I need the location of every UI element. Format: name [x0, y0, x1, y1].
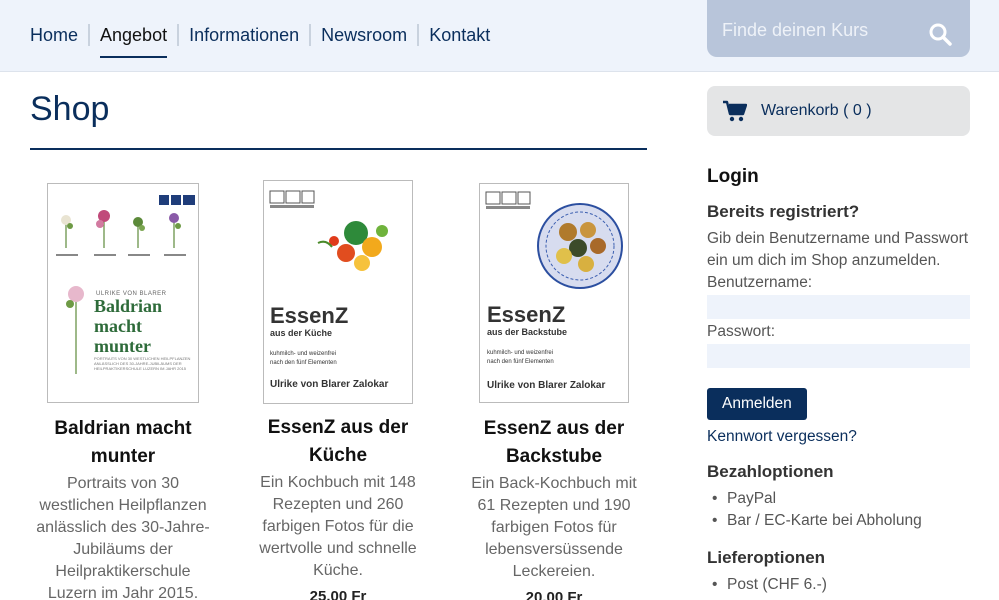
- cover-author: Ulrike von Blarer Zalokar: [487, 380, 606, 391]
- search-box: [707, 0, 970, 57]
- login-button[interactable]: Anmelden: [707, 388, 807, 420]
- cover-tagline: nach den fünf Elementen: [270, 360, 337, 366]
- product-cover-baldrian[interactable]: ULRIKE VON BLARER Baldrian macht munter …: [47, 183, 199, 403]
- search-icon[interactable]: [928, 22, 952, 46]
- product-description: Ein Back-Kochbuch mit 61 Rezepten und 19…: [471, 475, 637, 580]
- list-item: Post (CHF 6.-): [707, 574, 970, 596]
- cover-title: Baldrian macht munter: [94, 296, 163, 356]
- login-heading: Login: [707, 166, 759, 187]
- main-nav: Home Angebot Informationen Newsroom Kont…: [30, 24, 500, 58]
- nav-item-kontakt[interactable]: Kontakt: [417, 24, 500, 46]
- forgot-password-link[interactable]: Kennwort vergessen?: [707, 426, 970, 448]
- nav-item-newsroom[interactable]: Newsroom: [309, 24, 417, 46]
- product-cover-backstube[interactable]: EssenZ aus der Backstube kuhmilch- und w…: [479, 183, 629, 403]
- cover-tagline: nach den fünf Elementen: [487, 359, 554, 365]
- nav-item-angebot[interactable]: Angebot: [88, 24, 177, 58]
- username-label: Benutzername:: [707, 274, 813, 291]
- search-input[interactable]: [722, 18, 912, 42]
- payment-list: PayPal Bar / EC-Karte bei Abholung: [707, 488, 970, 532]
- product-name[interactable]: Baldrian macht munter: [30, 415, 216, 471]
- title-divider: [30, 148, 647, 150]
- product-description: Ein Kochbuch mit 148 Rezepten und 260 fa…: [259, 474, 417, 579]
- cover-title: EssenZ: [487, 302, 566, 327]
- cover-tagline: kuhmilch- und weizenfrei: [487, 350, 554, 356]
- product-price: 20.00 Fr: [525, 589, 583, 600]
- payment-heading: Bezahloptionen: [707, 462, 834, 481]
- nav-item-informationen[interactable]: Informationen: [177, 24, 309, 46]
- cover-subtitle: aus der Küche: [270, 328, 333, 338]
- product-description: Portraits von 30 westlichen Heilpflanzen…: [36, 475, 210, 600]
- delivery-list: Post (CHF 6.-): [707, 574, 970, 596]
- list-item: PayPal: [707, 488, 970, 510]
- cart-label: Warenkorb ( 0 ): [761, 102, 872, 119]
- password-field[interactable]: [707, 344, 970, 368]
- page-title: Shop: [30, 90, 110, 128]
- nav-item-home[interactable]: Home: [30, 24, 88, 46]
- product-price: 25.00 Fr: [309, 588, 367, 600]
- product-card[interactable]: EssenZ aus der Backstube kuhmilch- und w…: [461, 180, 647, 600]
- password-label: Passwort:: [707, 323, 776, 340]
- cart-button[interactable]: Warenkorb ( 0 ): [707, 86, 970, 136]
- cover-subtitle: aus der Backstube: [487, 327, 568, 337]
- login-intro: Gib dein Benutzername und Passwort ein u…: [707, 230, 969, 269]
- cover-tagline: kuhmilch- und weizenfrei: [270, 351, 337, 357]
- registered-heading: Bereits registriert?: [707, 202, 860, 221]
- cover-illustration: [485, 191, 623, 289]
- list-item: Bar / EC-Karte bei Abholung: [707, 510, 970, 532]
- username-field[interactable]: [707, 295, 970, 319]
- cover-small-text: PORTRAITS VON 30 WESTLICHEN HEILPFLANZEN…: [94, 356, 191, 371]
- cover-title: EssenZ: [270, 303, 349, 328]
- product-cover-kueche[interactable]: EssenZ aus der Küche kuhmilch- und weize…: [263, 180, 413, 404]
- cover-author: Ulrike von Blarer Zalokar: [270, 379, 389, 390]
- product-name[interactable]: EssenZ aus der Backstube: [461, 415, 647, 471]
- product-card[interactable]: EssenZ aus der Küche kuhmilch- und weize…: [245, 180, 431, 600]
- sidebar: Login Bereits registriert? Gib dein Benu…: [707, 166, 970, 596]
- cover-illustration: [269, 190, 388, 271]
- delivery-heading: Lieferoptionen: [707, 548, 826, 567]
- cart-icon: [723, 100, 747, 122]
- product-name[interactable]: EssenZ aus der Küche: [245, 414, 431, 470]
- product-card[interactable]: ULRIKE VON BLARER Baldrian macht munter …: [30, 180, 216, 600]
